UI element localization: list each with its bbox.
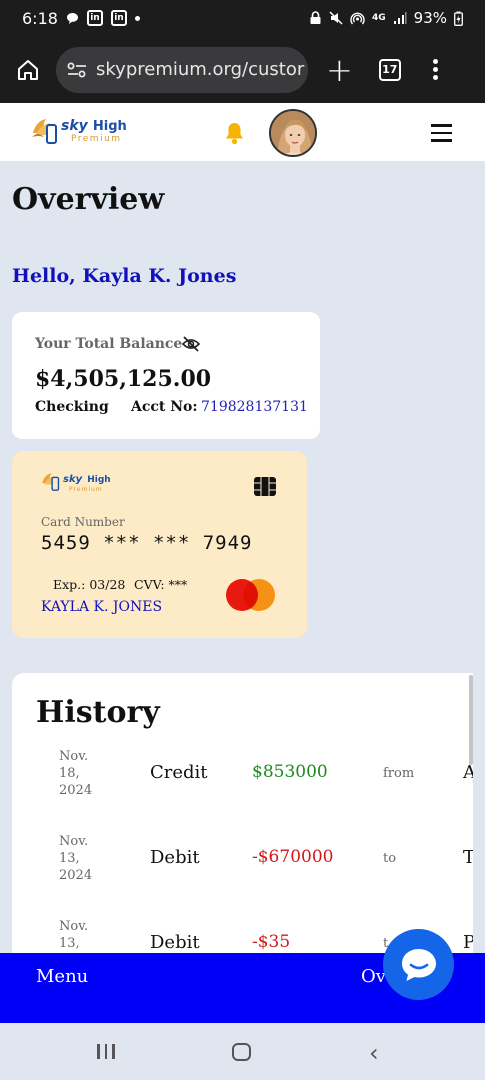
more-notifications-icon (134, 15, 140, 21)
history-party: A (463, 762, 473, 783)
address-bar[interactable]: skypremium.org/custor (56, 46, 308, 93)
logo-sky: sky (61, 117, 88, 134)
balance-amount: $4,505,125.00 (35, 366, 212, 392)
history-type: Credit (150, 762, 208, 783)
brand-logo[interactable]: sky High Premium (30, 113, 127, 147)
linkedin-icon-2: in (110, 10, 127, 26)
system-back-icon[interactable]: ‹ (369, 1039, 379, 1067)
card-cvv: CVV: *** (134, 577, 188, 592)
hotspot-icon (350, 12, 365, 24)
nav-overview-link[interactable]: Ov (361, 966, 386, 987)
new-tab-icon[interactable]: + (326, 54, 353, 86)
status-time: 6:18 (22, 8, 58, 28)
card-brand-logo: sky High Premium (40, 469, 111, 493)
history-row[interactable]: Nov. 18, 2024 Credit $853000 from A (12, 748, 473, 828)
mastercard-logo-icon (226, 579, 276, 611)
user-avatar[interactable] (269, 109, 317, 157)
date-month: Nov. (59, 919, 89, 934)
eye-off-icon[interactable] (182, 336, 200, 352)
history-date: Nov. 13, 2024 (59, 833, 119, 884)
browser-menu-icon[interactable] (432, 59, 438, 80)
history-date: Nov. 18, 2024 (59, 748, 119, 799)
history-direction: to (383, 851, 397, 866)
network-type: 4G (372, 13, 386, 23)
home-icon[interactable] (16, 58, 40, 82)
nav-menu-link[interactable]: Menu (36, 966, 88, 987)
message-icon (66, 12, 78, 24)
history-type: Debit (150, 932, 200, 953)
avatar-image (271, 111, 315, 155)
date-day: 13, (59, 936, 80, 951)
bell-icon[interactable] (224, 121, 245, 145)
history-panel: History Nov. 18, 2024 Credit $853000 fro… (12, 673, 473, 973)
status-bar: 6:18 in in 4G 93% (0, 0, 485, 36)
battery-icon (454, 11, 463, 26)
history-party: P (463, 932, 473, 953)
history-amount: $853000 (252, 762, 328, 782)
greeting-text: Hello, Kayla K. Jones (12, 265, 237, 287)
account-type: Checking (35, 399, 109, 415)
card-holder-name: KAYLA K. JONES (41, 599, 163, 615)
site-header: sky High Premium (0, 103, 485, 161)
account-number: 719828137131 (201, 399, 308, 415)
history-amount: -$670000 (252, 847, 334, 867)
card-expiry: Exp.: 03/28 (53, 577, 126, 592)
battery-percent: 93% (413, 9, 447, 27)
site-settings-icon[interactable] (66, 61, 88, 79)
history-row[interactable]: Nov. 13, 2024 Debit -$670000 to T (12, 833, 473, 913)
card-number: 5459 *** *** 7949 (41, 532, 253, 554)
date-year: 2024 (59, 868, 93, 883)
tab-switcher-button[interactable]: 17 (378, 58, 401, 81)
account-number-label: Acct No: (131, 399, 198, 415)
card-logo-high: High (87, 475, 111, 485)
page-title: Overview (12, 182, 165, 217)
history-date: Nov. 13, (59, 918, 119, 952)
date-day: 18, (59, 766, 80, 781)
browser-toolbar: skypremium.org/custor + 17 (0, 36, 485, 103)
history-party: T (463, 847, 473, 868)
logo-high: High (92, 118, 127, 134)
linkedin-icon: in (86, 10, 103, 26)
history-type: Debit (150, 847, 200, 868)
lock-icon (310, 11, 321, 24)
date-year: 2024 (59, 783, 93, 798)
recent-apps-icon[interactable] (97, 1044, 115, 1059)
logo-premium: Premium (71, 133, 122, 144)
history-direction: from (383, 766, 415, 781)
url-text: skypremium.org/custor (96, 59, 305, 80)
logo-mark-icon (32, 119, 57, 144)
hamburger-menu-icon[interactable] (431, 124, 452, 142)
date-month: Nov. (59, 834, 89, 849)
history-title: History (36, 695, 160, 730)
chat-bubble-icon (401, 948, 436, 981)
date-month: Nov. (59, 749, 89, 764)
system-home-icon[interactable] (232, 1043, 251, 1061)
bank-card[interactable]: sky High Premium Card Number 5459 *** **… (12, 451, 307, 638)
card-logo-sky: sky (63, 474, 83, 485)
date-day: 13, (59, 851, 80, 866)
card-chip-icon (254, 477, 276, 496)
system-nav-bar: ‹ (0, 1023, 485, 1080)
balance-label: Your Total Balance (35, 336, 183, 352)
balance-card: Your Total Balance $4,505,125.00 Checkin… (12, 312, 320, 439)
chat-button[interactable] (383, 929, 454, 1000)
card-logo-mark-icon (42, 473, 60, 491)
signal-icon (393, 11, 407, 24)
history-amount: -$35 (252, 932, 291, 952)
card-logo-premium: Premium (69, 486, 103, 493)
card-number-label: Card Number (41, 515, 125, 529)
mute-icon (329, 11, 343, 25)
